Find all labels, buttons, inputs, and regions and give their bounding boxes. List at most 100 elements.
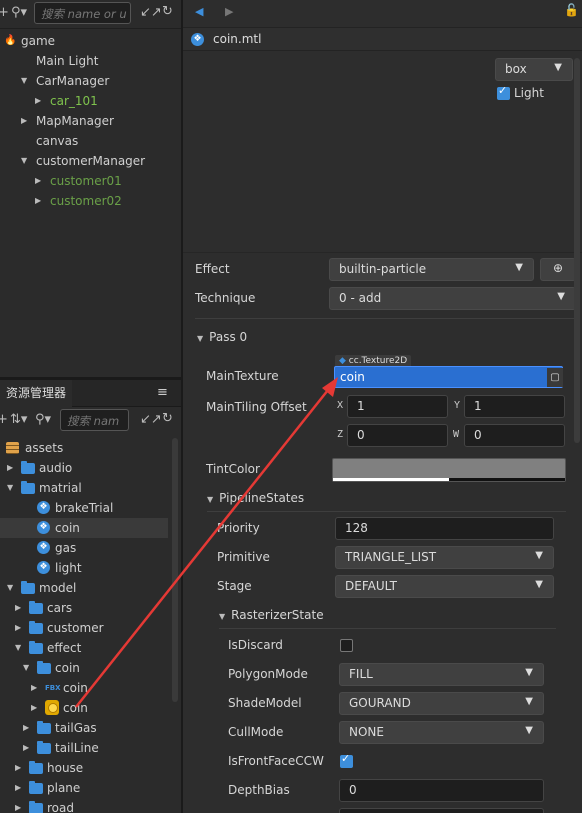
asset-picker-icon[interactable]: ▢: [547, 368, 563, 387]
triangle-down-icon[interactable]: ▼: [23, 658, 29, 678]
triangle-right-icon[interactable]: ▶: [15, 598, 21, 618]
effect-value: builtin-particle: [339, 262, 427, 276]
asset-item[interactable]: ❖ light: [0, 558, 168, 578]
collapse-icon[interactable]: ↙↗: [140, 6, 162, 20]
asset-item-label: gas: [55, 541, 77, 555]
tiling-w-input[interactable]: 0: [464, 424, 565, 447]
asset-item-label: house: [47, 761, 84, 775]
hierarchy-node[interactable]: ▶ customer01: [0, 171, 181, 191]
asset-item[interactable]: ▶ road: [0, 798, 168, 813]
asset-item[interactable]: ▶ house: [0, 758, 168, 778]
asset-item[interactable]: ▶ tailGas: [0, 718, 168, 738]
add-icon[interactable]: +: [0, 6, 9, 20]
hierarchy-node[interactable]: 🔥 game: [0, 31, 181, 51]
material-icon: ❖: [191, 33, 204, 46]
asset-item[interactable]: ▼ matrial: [0, 478, 168, 498]
assets-scrollbar[interactable]: [172, 438, 178, 702]
triangle-right-icon[interactable]: ▶: [31, 698, 37, 718]
tab-assets[interactable]: 资源管理器: [0, 380, 72, 407]
hierarchy-node[interactable]: ▶ customer02: [0, 191, 181, 211]
technique-select[interactable]: 0 - add ▼: [329, 287, 576, 310]
hierarchy-node[interactable]: ▼ customerManager: [0, 151, 181, 171]
tint-color-swatch[interactable]: [332, 458, 566, 482]
depth-bias-input[interactable]: 0: [339, 779, 544, 802]
asset-item[interactable]: ▼ effect: [0, 638, 168, 658]
triangle-right-icon[interactable]: ▶: [31, 678, 37, 698]
back-arrow-icon[interactable]: ◀: [195, 5, 203, 18]
priority-input[interactable]: 128: [335, 517, 554, 540]
pass-header[interactable]: ▼ Pass 0: [197, 330, 247, 344]
triangle-down-icon[interactable]: ▼: [21, 71, 27, 91]
primitive-select[interactable]: TRIANGLE_LIST ▼: [335, 546, 554, 569]
hierarchy-node[interactable]: Main Light: [0, 51, 181, 71]
cull-mode-value: NONE: [349, 725, 384, 739]
hierarchy-node[interactable]: ▶ MapManager: [0, 111, 181, 131]
triangle-right-icon[interactable]: ▶: [35, 91, 41, 111]
hierarchy-node[interactable]: canvas: [0, 131, 181, 151]
triangle-down-icon[interactable]: ▼: [15, 638, 21, 658]
add-icon[interactable]: +: [0, 413, 8, 427]
triangle-right-icon[interactable]: ▶: [15, 618, 21, 638]
shade-model-select[interactable]: GOURAND ▼: [339, 692, 544, 715]
front-face-ccw-checkbox[interactable]: [340, 752, 353, 768]
tiling-x-input[interactable]: 1: [347, 395, 448, 418]
triangle-down-icon[interactable]: ▼: [7, 578, 13, 598]
triangle-right-icon[interactable]: ▶: [35, 191, 41, 211]
search-filter-icon[interactable]: ⚲▾: [35, 413, 51, 427]
asset-item[interactable]: ❖ gas: [0, 538, 168, 558]
inspector-scrollbar[interactable]: [574, 58, 580, 443]
asset-item[interactable]: ❖ brakeTrial: [0, 498, 168, 518]
next-field-input[interactable]: [339, 808, 544, 813]
tiling-y-input[interactable]: 1: [464, 395, 565, 418]
triangle-down-icon[interactable]: ▼: [7, 478, 13, 498]
light-checkbox[interactable]: [497, 84, 510, 100]
triangle-right-icon[interactable]: ▶: [15, 778, 21, 798]
forward-arrow-icon[interactable]: ▶: [225, 5, 233, 18]
triangle-right-icon[interactable]: ▶: [23, 718, 29, 738]
asset-item[interactable]: ▶ audio: [0, 458, 168, 478]
chevron-down-icon: ▼: [515, 262, 523, 273]
assets-search-input[interactable]: 搜索 nam: [60, 409, 129, 431]
is-discard-checkbox[interactable]: [340, 639, 353, 652]
preview-shape-value: box: [505, 62, 527, 76]
triangle-right-icon[interactable]: ▶: [35, 171, 41, 191]
locate-button[interactable]: ⊕: [540, 258, 576, 281]
lock-icon[interactable]: 🔓: [564, 3, 579, 17]
asset-item[interactable]: ❖ coin: [0, 518, 168, 538]
asset-item[interactable]: ▶ tailLine: [0, 738, 168, 758]
triangle-right-icon[interactable]: ▶: [21, 111, 27, 131]
asset-item[interactable]: assets: [0, 438, 168, 458]
main-texture-field[interactable]: coin ▢: [334, 366, 563, 388]
hierarchy-search-input[interactable]: 搜索 name or u: [34, 2, 131, 24]
pipeline-states-label: PipelineStates: [219, 491, 305, 505]
asset-item[interactable]: ▶ coin: [0, 698, 168, 718]
asset-item[interactable]: ▶ plane: [0, 778, 168, 798]
tiling-z-input[interactable]: 0: [347, 424, 448, 447]
triangle-right-icon[interactable]: ▶: [23, 738, 29, 758]
hierarchy-node[interactable]: ▶ car_101: [0, 91, 181, 111]
asset-item[interactable]: ▶ cars: [0, 598, 168, 618]
sort-icon[interactable]: ⇅▾: [10, 413, 27, 427]
triangle-down-icon[interactable]: ▼: [21, 151, 27, 171]
asset-item[interactable]: ▶ FBX coin: [0, 678, 168, 698]
asset-item[interactable]: ▼ model: [0, 578, 168, 598]
stage-select[interactable]: DEFAULT ▼: [335, 575, 554, 598]
collapse-icon[interactable]: ↙↗: [140, 413, 162, 427]
asset-item[interactable]: ▶ customer: [0, 618, 168, 638]
hierarchy-node[interactable]: ▼ CarManager: [0, 71, 181, 91]
pipeline-states-header[interactable]: ▼ PipelineStates: [207, 491, 304, 505]
search-filter-icon[interactable]: ⚲▾: [11, 6, 27, 20]
effect-select[interactable]: builtin-particle ▼: [329, 258, 534, 281]
menu-icon[interactable]: ≡: [157, 385, 168, 400]
refresh-icon[interactable]: ↻: [162, 5, 173, 19]
triangle-right-icon[interactable]: ▶: [7, 458, 13, 478]
preview-shape-select[interactable]: box ▼: [495, 58, 573, 81]
cull-mode-select[interactable]: NONE ▼: [339, 721, 544, 744]
triangle-right-icon[interactable]: ▶: [15, 758, 21, 778]
asset-item[interactable]: ▼ coin: [0, 658, 168, 678]
triangle-right-icon[interactable]: ▶: [15, 798, 21, 813]
polygon-mode-select[interactable]: FILL ▼: [339, 663, 544, 686]
rasterizer-state-header[interactable]: ▼ RasterizerState: [219, 608, 324, 622]
refresh-icon[interactable]: ↻: [162, 412, 173, 426]
chevron-down-icon: ▼: [525, 696, 533, 707]
